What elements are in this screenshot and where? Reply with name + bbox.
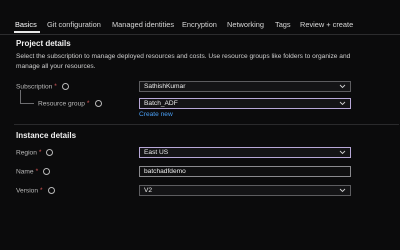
- region-value: East US: [144, 149, 169, 156]
- required-marker: *: [38, 149, 42, 157]
- chevron-down-icon: [339, 101, 346, 106]
- chevron-down-icon: [339, 188, 346, 193]
- tab-basics[interactable]: Basics: [15, 20, 37, 29]
- active-tab-indicator: [14, 31, 40, 33]
- tab-review-create[interactable]: Review + create: [300, 20, 353, 29]
- resource-group-value: Batch_ADF: [144, 100, 178, 107]
- info-icon[interactable]: [94, 99, 102, 107]
- region-select[interactable]: East US: [139, 147, 351, 158]
- name-input[interactable]: batchadfdemo: [139, 166, 351, 177]
- resource-group-select[interactable]: Batch_ADF: [139, 98, 351, 109]
- tree-connector: [20, 90, 34, 104]
- info-icon[interactable]: [47, 186, 55, 194]
- info-icon[interactable]: [61, 82, 69, 90]
- required-marker: *: [40, 187, 43, 195]
- chevron-down-icon: [339, 84, 346, 89]
- section-divider: [14, 124, 399, 125]
- chevron-down-icon: [339, 150, 346, 155]
- tab-tags[interactable]: Tags: [275, 20, 291, 29]
- required-marker: *: [86, 100, 90, 108]
- instance-details-title: Instance details: [16, 131, 77, 140]
- resource-group-label: Resource group *: [38, 99, 102, 108]
- tab-encryption[interactable]: Encryption: [182, 20, 217, 29]
- version-label: Version *: [16, 186, 55, 195]
- tab-managed-identities[interactable]: Managed identities: [112, 20, 174, 29]
- info-icon[interactable]: [46, 148, 54, 156]
- resource-group-label-text: Resource group: [38, 100, 85, 108]
- version-value: V2: [144, 187, 153, 194]
- tab-git-configuration[interactable]: Git configuration: [47, 20, 101, 29]
- create-new-link[interactable]: Create new: [139, 111, 173, 118]
- subscription-value: SathishKumar: [144, 83, 186, 90]
- region-label: Region *: [16, 148, 54, 157]
- region-label-text: Region: [16, 149, 37, 157]
- info-icon[interactable]: [43, 167, 51, 175]
- project-description: Select the subscription to manage deploy…: [16, 53, 351, 70]
- required-marker: *: [35, 168, 39, 176]
- subscription-select[interactable]: SathishKumar: [139, 81, 351, 92]
- name-label: Name *: [16, 167, 51, 176]
- version-select[interactable]: V2: [139, 185, 351, 196]
- tab-networking[interactable]: Networking: [227, 20, 264, 29]
- required-marker: *: [54, 83, 57, 91]
- project-details-title: Project details: [16, 39, 71, 48]
- tab-bar: Basics Git configuration Managed identit…: [0, 0, 400, 35]
- version-label-text: Version: [16, 187, 38, 195]
- name-label-text: Name: [16, 168, 34, 176]
